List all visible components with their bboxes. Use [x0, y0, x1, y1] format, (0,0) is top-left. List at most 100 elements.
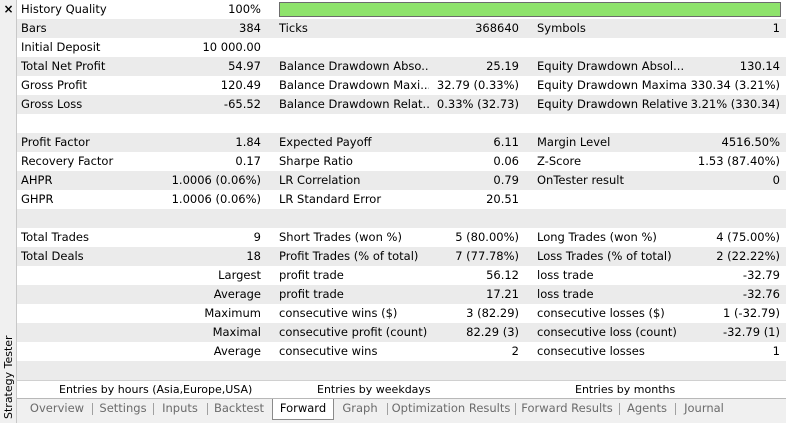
report-value-col3 [657, 190, 780, 209]
report-value-col3: 330.34 (3.21%) [690, 78, 780, 92]
report-value-col3: 130.14 [739, 59, 780, 73]
report-value-col3: -32.79 [742, 268, 780, 282]
report-value-col2: 368640 [475, 21, 519, 35]
report-label-col2: Balance Drawdown Abso... [279, 59, 429, 73]
report-value-col2: 56.12 [486, 268, 519, 282]
report-value-col1: 384 [239, 21, 261, 35]
report-value-col2: 25.19 [486, 59, 519, 73]
report-row: Largest profit trade 56.12 loss trade -32.79 [17, 266, 786, 285]
report-value-col3 [657, 361, 780, 380]
report-label-col2 [279, 209, 429, 228]
report-value-col1: 120.49 [220, 78, 261, 92]
report-value-col3: 1.53 (87.40%) [697, 154, 780, 168]
report-value-col3 [657, 38, 780, 57]
report-value-col1: 1.84 [235, 135, 261, 149]
report-value-col1: Largest [218, 268, 261, 282]
report-value-col1 [137, 209, 261, 228]
report-value-col3 [657, 114, 780, 133]
report-value-col2 [417, 361, 519, 380]
report-label-col2: Balance Drawdown Maxi... [279, 78, 429, 92]
report-value-col2: 32.79 (0.33%) [436, 78, 519, 92]
tab-inputs[interactable]: Inputs [156, 399, 204, 419]
report-row: Initial Deposit 10 000.00 [17, 38, 786, 57]
report-value-col2 [417, 209, 519, 228]
report-value-col2: 82.29 (3) [466, 325, 519, 339]
report-row: Maximal consecutive profit (count) 82.29 (… [17, 323, 786, 342]
close-icon[interactable]: × [1, 2, 16, 17]
report-value-col3 [657, 209, 780, 228]
report-row: Bars 384 Ticks 368640 Symbols 1 [17, 19, 786, 38]
report-row: Recovery Factor 0.17 Sharpe Ratio 0.06 Z-Sco… [17, 152, 786, 171]
panel-title: Strategy Tester [2, 335, 15, 419]
report-row: AHPR 1.0006 (0.06%) LR Correlation 0.79 OnTe… [17, 171, 786, 190]
report-value-col2: 0.06 [493, 154, 519, 168]
report-label-col2: profit trade [279, 287, 344, 301]
report-value-col2: 5 (80.00%) [455, 230, 519, 244]
tab-settings[interactable]: Settings [95, 399, 151, 419]
report-row: Total Deals 18 Profit Trades (% of total) 7… [17, 247, 786, 266]
report-value-col1: 100% [228, 2, 261, 16]
report-label-col2: consecutive profit (count) [279, 325, 428, 339]
tab-optimization-results[interactable]: Optimization Results [390, 399, 512, 419]
report-row: Profit Factor 1.84 Expected Payoff 6.11 Marg… [17, 133, 786, 152]
report-value-col3: 2 (22.22%) [716, 249, 780, 263]
report-value-col3: 4 (75.00%) [716, 230, 780, 244]
report-value-col2: 7 (77.78%) [455, 249, 519, 263]
tab-graph[interactable]: Graph [337, 399, 383, 419]
report-label-col2: consecutive wins [279, 344, 378, 358]
report-value-col1 [137, 114, 261, 133]
report-label-col2: consecutive wins ($) [279, 306, 398, 320]
report-value-col1: Average [213, 287, 261, 301]
report-table: History Quality 100% Bars 384 Ticks 368640 Sym… [17, 0, 786, 380]
report-value-col1: 18 [246, 249, 261, 263]
report-value-col1: Maximal [212, 325, 261, 339]
tab-journal[interactable]: Journal [678, 399, 730, 419]
report-value-col2 [417, 38, 519, 57]
report-value-col3: 1 (-32.79) [722, 306, 780, 320]
report-row [17, 209, 786, 228]
report-label-col2 [279, 38, 429, 57]
report-label-col2: Expected Payoff [279, 135, 372, 149]
report-label-col2 [279, 114, 429, 133]
report-value-col3: 0 [772, 173, 780, 187]
report-label-col2: Balance Drawdown Relat... [279, 97, 429, 111]
report-row: History Quality 100% [17, 0, 786, 19]
report-value-col1: 0.17 [235, 154, 261, 168]
report-value-col2: 3 (82.29) [466, 306, 519, 320]
tab-backtest[interactable]: Backtest [210, 399, 268, 419]
report-label-col2: profit trade [279, 268, 344, 282]
tab-forward-results[interactable]: Forward Results [518, 399, 616, 419]
report-value-col2: 6.11 [493, 135, 519, 149]
report-value-col2: 0.33% (32.73) [436, 97, 519, 111]
report-value-col2: 17.21 [486, 287, 519, 301]
report-value-col3: 1 [772, 344, 780, 358]
report-row [17, 361, 786, 380]
tab-agents[interactable]: Agents [622, 399, 672, 419]
side-panel: × Strategy Tester [0, 0, 17, 423]
report-value-col1: 1.0006 (0.06%) [171, 192, 261, 206]
tab-overview[interactable]: Overview [25, 399, 89, 419]
report-value-col2: 20.51 [486, 192, 519, 206]
report-label-col2: Ticks [279, 21, 308, 35]
report-value-col1: 1.0006 (0.06%) [171, 173, 261, 187]
report-value-col3: 4516.50% [721, 135, 780, 149]
report-label-col2: LR Correlation [279, 173, 361, 187]
report-label-col2: Short Trades (won %) [279, 230, 402, 244]
entries-by-weekdays-label: Entries by weekdays [317, 383, 431, 396]
report-row: Maximum consecutive wins ($) 3 (82.29) cons… [17, 304, 786, 323]
entries-by-hours-label: Entries by hours (Asia,Europe,USA) [59, 383, 253, 396]
report-label-col2: Sharpe Ratio [279, 154, 353, 168]
report-row: Total Net Profit 54.97 Balance Drawdown Ab… [17, 57, 786, 76]
report-value-col2: 2 [511, 344, 519, 358]
report-row: Average consecutive wins 2 consecutive loss… [17, 342, 786, 361]
tab-bar: Overview Settings Inputs Backtest Forwar… [17, 398, 786, 423]
report-value-col3: -32.76 [742, 287, 780, 301]
entries-by-months-label: Entries by months [575, 383, 676, 396]
report-value-col1: Maximum [204, 306, 261, 320]
report-value-col3: 1 [772, 21, 780, 35]
history-quality-bar [279, 2, 781, 17]
report-row [17, 114, 786, 133]
report-row: GHPR 1.0006 (0.06%) LR Standard Error 20.51 [17, 190, 786, 209]
tab-forward[interactable]: Forward [272, 399, 334, 420]
report-row: Total Trades 9 Short Trades (won %) 5 (80.0… [17, 228, 786, 247]
